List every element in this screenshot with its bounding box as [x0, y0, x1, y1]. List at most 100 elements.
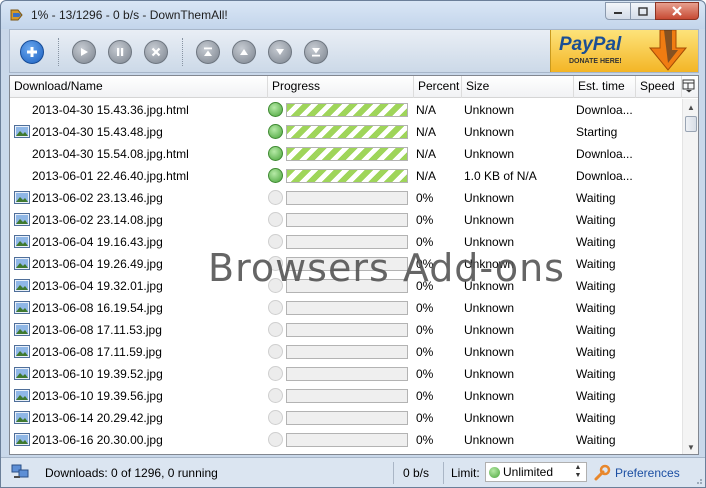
progress-cell	[268, 429, 412, 451]
progress-cell	[268, 253, 412, 275]
table-row[interactable]: 2013-06-08 16.19.54.jpg 0% Unknown Waiti…	[10, 297, 682, 319]
limit-label: Limit:	[451, 466, 480, 480]
table-row[interactable]: 2013-06-02 23.13.46.jpg 0% Unknown Waiti…	[10, 187, 682, 209]
column-header-name[interactable]: Download/Name	[10, 76, 268, 98]
table-row[interactable]: 2013-04-30 15.43.48.jpg N/A Unknown Star…	[10, 121, 682, 143]
file-name-cell: 2013-04-30 15.43.36.jpg.html	[14, 99, 266, 121]
speed-cell	[640, 385, 680, 407]
speed-cell	[640, 253, 680, 275]
move-top-icon	[204, 47, 212, 56]
speed-limit-select[interactable]: Unlimited ▲ ▼	[485, 462, 587, 482]
paused-icon	[268, 278, 283, 293]
wrench-icon	[594, 464, 611, 481]
percent-cell: N/A	[416, 169, 437, 183]
est-time-cell: Waiting	[576, 301, 616, 315]
table-row[interactable]: 2013-06-16 20.30.00.jpg 0% Unknown Waiti…	[10, 429, 682, 451]
file-name-cell: 2013-06-02 23.14.08.jpg	[14, 209, 266, 231]
paused-icon	[268, 322, 283, 337]
percent-cell: 0%	[416, 389, 434, 403]
table-row[interactable]: 2013-06-04 19.16.43.jpg 0% Unknown Waiti…	[10, 231, 682, 253]
status-bar: Downloads: 0 of 1296, 0 running 0 b/s Li…	[1, 457, 705, 487]
file-name-cell: 2013-06-04 19.32.01.jpg	[14, 275, 266, 297]
size-cell: Unknown	[464, 301, 515, 315]
image-file-icon	[14, 257, 30, 270]
move-down-button[interactable]	[268, 40, 292, 64]
column-header-size[interactable]: Size	[462, 76, 574, 98]
size-cell: Unknown	[464, 323, 515, 337]
table-row[interactable]: 2013-06-04 19.32.01.jpg 0% Unknown Waiti…	[10, 275, 682, 297]
speed-cell	[640, 165, 680, 187]
progress-bar	[286, 213, 408, 227]
table-row[interactable]: 2013-06-04 19.26.49.jpg 0% Unknown Waiti…	[10, 253, 682, 275]
total-speed: 0 b/s	[403, 466, 430, 480]
spinner-arrows-icon[interactable]: ▲ ▼	[571, 464, 585, 480]
scrollbar-thumb[interactable]	[685, 116, 697, 132]
vertical-scrollbar[interactable]: ▲ ▼	[682, 99, 698, 454]
minimize-button[interactable]	[605, 2, 631, 20]
progress-bar	[286, 235, 408, 249]
progress-bar	[286, 345, 408, 359]
move-top-button[interactable]	[196, 40, 220, 64]
maximize-button[interactable]	[630, 2, 656, 20]
file-name-cell: 2013-06-14 20.29.42.jpg	[14, 407, 266, 429]
speed-cell	[640, 429, 680, 451]
scroll-down-icon[interactable]: ▼	[683, 439, 698, 454]
est-time-cell: Waiting	[576, 345, 616, 359]
column-header-percent[interactable]: Percent	[414, 76, 462, 98]
image-file-icon	[14, 301, 30, 314]
est-time-cell: Waiting	[576, 323, 616, 337]
move-bottom-button[interactable]	[304, 40, 328, 64]
table-row[interactable]: 2013-06-08 17.11.59.jpg 0% Unknown Waiti…	[10, 341, 682, 363]
image-file-icon	[14, 323, 30, 336]
size-cell: Unknown	[464, 279, 515, 293]
file-name: 2013-06-10 19.39.56.jpg	[32, 389, 163, 403]
table-row[interactable]: 2013-06-02 23.14.08.jpg 0% Unknown Waiti…	[10, 209, 682, 231]
resize-grip-icon[interactable]	[693, 475, 703, 485]
file-name-cell: 2013-06-04 19.16.43.jpg	[14, 231, 266, 253]
limit-status-icon	[489, 467, 500, 478]
table-row[interactable]: 2013-06-01 22.46.40.jpg.html N/A 1.0 KB …	[10, 165, 682, 187]
column-header-est-time[interactable]: Est. time	[574, 76, 636, 98]
column-header-progress[interactable]: Progress	[268, 76, 414, 98]
table-row[interactable]: 2013-06-08 17.11.53.jpg 0% Unknown Waiti…	[10, 319, 682, 341]
move-up-button[interactable]	[232, 40, 256, 64]
minimize-icon	[614, 12, 622, 14]
cancel-button[interactable]	[144, 40, 168, 64]
file-name: 2013-06-04 19.16.43.jpg	[32, 235, 163, 249]
preferences-link[interactable]: Preferences	[615, 466, 680, 480]
speed-cell	[640, 121, 680, 143]
table-row[interactable]: 2013-06-14 20.29.42.jpg 0% Unknown Waiti…	[10, 407, 682, 429]
progress-bar	[286, 191, 408, 205]
progress-cell	[268, 209, 412, 231]
image-file-icon	[14, 191, 30, 204]
table-row[interactable]: 2013-06-10 19.39.56.jpg 0% Unknown Waiti…	[10, 385, 682, 407]
table-row[interactable]: 2013-04-30 15.54.08.jpg.html N/A Unknown…	[10, 143, 682, 165]
progress-bar	[286, 301, 408, 315]
table-row[interactable]: 2013-06-10 19.39.52.jpg 0% Unknown Waiti…	[10, 363, 682, 385]
close-window-button[interactable]	[655, 2, 699, 20]
column-header-speed[interactable]: Speed	[636, 76, 682, 98]
progress-bar	[286, 169, 408, 183]
percent-cell: 0%	[416, 367, 434, 381]
add-download-button[interactable]	[20, 40, 44, 64]
est-time-cell: Starting	[576, 125, 618, 139]
percent-cell: 0%	[416, 279, 434, 293]
toolbar-separator	[58, 38, 59, 66]
move-down-icon	[276, 49, 284, 55]
file-name-cell: 2013-06-08 17.11.53.jpg	[14, 319, 266, 341]
paypal-donate-button[interactable]: PayPal DONATE HERE!	[550, 30, 698, 72]
scroll-up-icon[interactable]: ▲	[683, 99, 698, 115]
pause-button[interactable]	[108, 40, 132, 64]
speed-cell	[640, 209, 680, 231]
image-file-icon	[14, 411, 30, 424]
file-name-cell: 2013-06-16 20.30.00.jpg	[14, 429, 266, 451]
network-icon	[11, 464, 29, 478]
progress-cell	[268, 187, 412, 209]
table-row[interactable]: 2013-04-30 15.43.36.jpg.html N/A Unknown…	[10, 99, 682, 121]
column-picker-icon[interactable]	[682, 79, 696, 93]
progress-cell	[268, 275, 412, 297]
est-time-cell: Waiting	[576, 279, 616, 293]
percent-cell: 0%	[416, 235, 434, 249]
image-file-icon	[14, 125, 30, 138]
resume-button[interactable]	[72, 40, 96, 64]
